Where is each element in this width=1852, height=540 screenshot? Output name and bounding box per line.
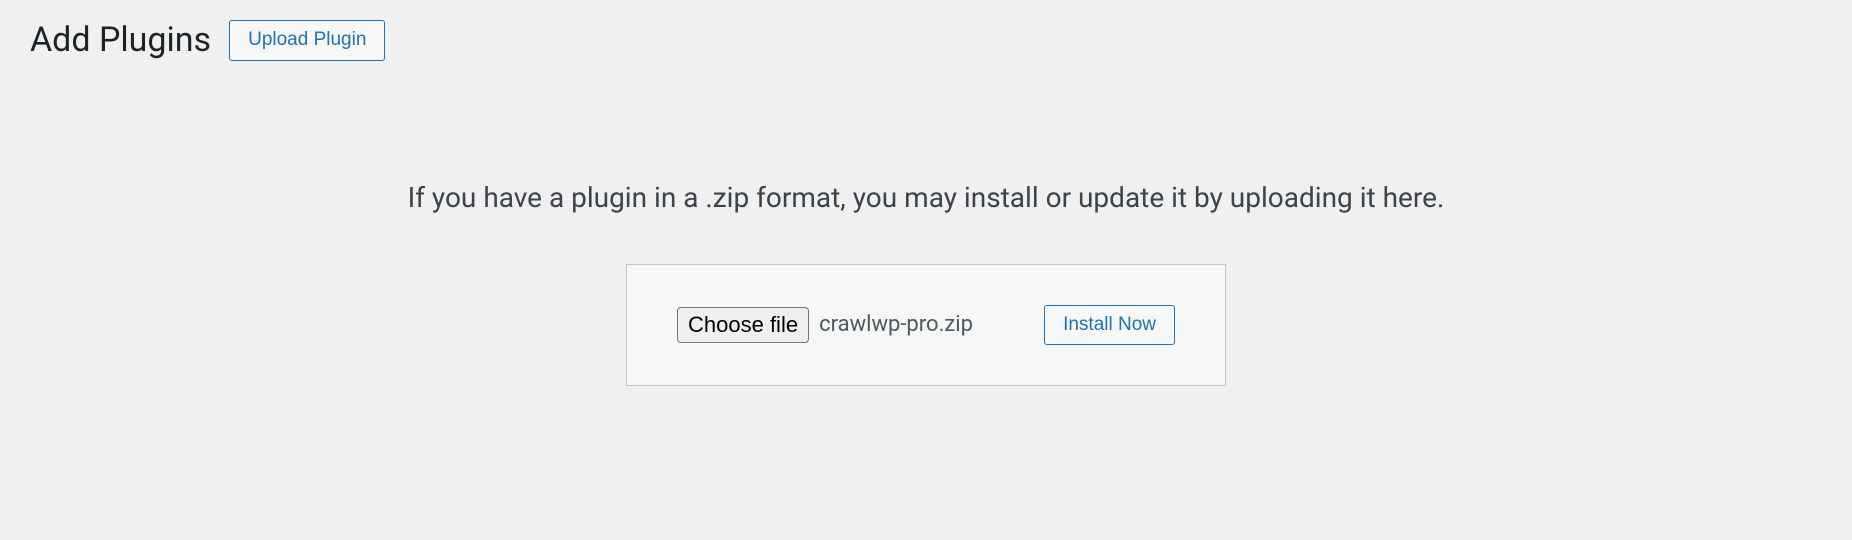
upload-description: If you have a plugin in a .zip format, y… [30, 181, 1822, 214]
upload-plugin-button[interactable]: Upload Plugin [229, 20, 385, 61]
page-title: Add Plugins [30, 20, 211, 61]
file-picker: Choose file crawlwp-pro.zip [677, 307, 973, 343]
selected-file-name: crawlwp-pro.zip [819, 312, 973, 337]
install-now-button[interactable]: Install Now [1044, 305, 1175, 345]
page-header: Add Plugins Upload Plugin [30, 20, 1822, 61]
upload-form: Choose file crawlwp-pro.zip Install Now [626, 264, 1226, 386]
choose-file-button[interactable]: Choose file [677, 307, 809, 343]
